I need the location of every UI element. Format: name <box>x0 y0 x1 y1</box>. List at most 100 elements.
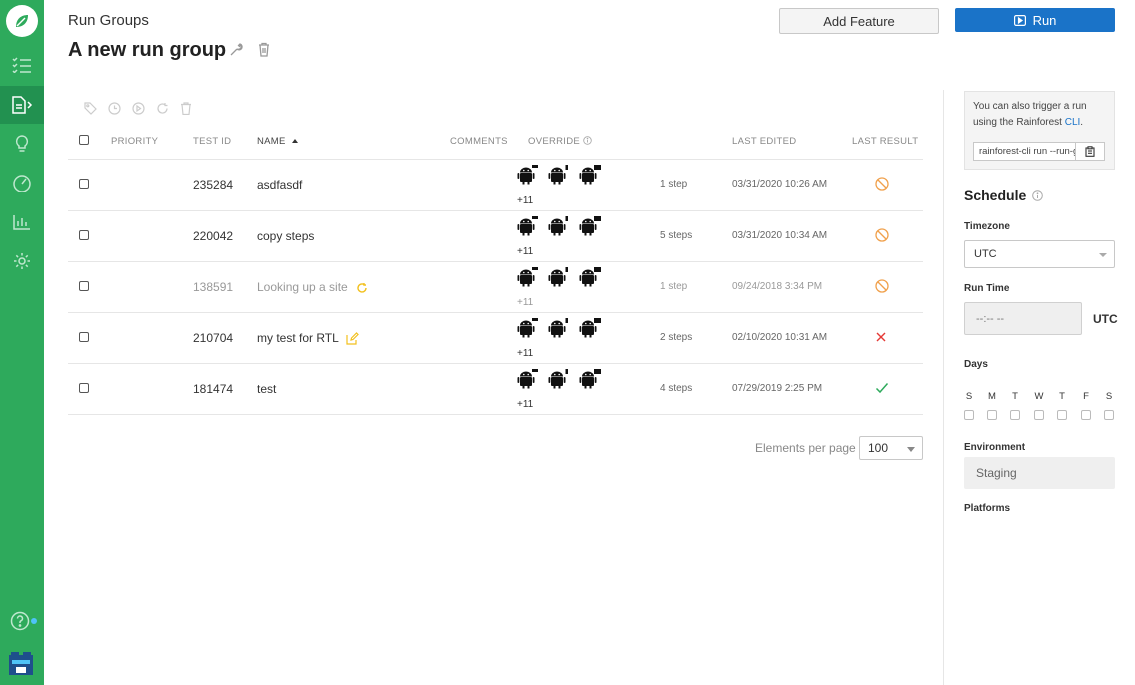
day-label: S <box>1105 391 1113 402</box>
environment-label: Environment <box>964 442 1026 453</box>
step-count: 1 step <box>660 281 688 292</box>
edit-wrench-icon[interactable] <box>229 42 244 62</box>
lightbulb-icon[interactable] <box>0 125 44 163</box>
elements-per-page-value: 100 <box>868 441 889 455</box>
sidebar <box>0 0 44 685</box>
android-platform-icon <box>517 369 539 389</box>
table-row[interactable]: 220042 copy steps +11 5 steps 03/31/2020 10:… <box>68 211 923 262</box>
day-label: T <box>1059 391 1065 402</box>
android-platform-icon <box>579 318 601 338</box>
more-platforms-count[interactable]: +11 <box>517 399 533 410</box>
test-name[interactable]: asdfasdf <box>257 178 302 192</box>
tests-list-icon[interactable] <box>0 46 44 84</box>
column-comments[interactable]: COMMENTS <box>450 136 508 147</box>
android-platform-icon <box>548 369 570 389</box>
run-groups-icon[interactable] <box>0 86 44 124</box>
row-checkbox[interactable] <box>79 383 89 393</box>
in-progress-icon <box>356 281 368 299</box>
row-checkbox[interactable] <box>79 281 89 291</box>
user-avatar-icon[interactable] <box>8 650 34 676</box>
elements-per-page-select[interactable]: 100 <box>859 436 923 460</box>
result-failed-icon[interactable] <box>875 330 887 348</box>
day-checkbox[interactable] <box>1057 410 1067 420</box>
settings-gear-icon[interactable] <box>0 242 44 280</box>
day-checkbox[interactable] <box>1034 410 1044 420</box>
last-edited-date: 07/29/2019 2:25 PM <box>732 383 823 394</box>
android-platform-icon <box>548 165 570 185</box>
timezone-select[interactable]: UTC <box>964 240 1115 268</box>
column-last-edited[interactable]: LAST EDITED <box>732 136 796 147</box>
result-passed-icon[interactable] <box>875 381 889 399</box>
more-platforms-count[interactable]: +11 <box>517 297 533 308</box>
play-circle-icon[interactable] <box>130 100 146 116</box>
column-test-id[interactable]: TEST ID <box>193 136 231 147</box>
test-id: 181474 <box>193 382 234 396</box>
android-platform-icon <box>548 216 570 236</box>
android-platform-icon <box>517 318 539 338</box>
android-platform-icon <box>548 267 570 287</box>
test-name[interactable]: my test for RTL <box>257 331 339 345</box>
step-count: 4 steps <box>660 383 693 394</box>
table-row[interactable]: 138591 Looking up a site +11 1 step 09/24/20… <box>68 262 923 313</box>
copy-clipboard-icon[interactable] <box>1075 142 1105 161</box>
column-last-result[interactable]: LAST RESULT <box>852 136 918 147</box>
android-platform-icon <box>579 165 601 185</box>
day-checkbox[interactable] <box>1010 410 1020 420</box>
info-icon <box>583 136 592 145</box>
test-name[interactable]: Looking up a site <box>257 280 348 294</box>
day-label: F <box>1083 391 1089 402</box>
add-feature-button[interactable]: Add Feature <box>779 8 939 34</box>
step-count: 5 steps <box>660 230 693 241</box>
tag-icon[interactable] <box>82 100 98 116</box>
more-platforms-count[interactable]: +11 <box>517 195 533 206</box>
column-name[interactable]: NAME <box>257 136 298 147</box>
help-icon[interactable] <box>10 611 30 636</box>
rainforest-logo[interactable] <box>6 5 38 37</box>
run-group-name: A new run group <box>68 39 227 61</box>
day-checkbox[interactable] <box>987 410 997 420</box>
cli-link[interactable]: CLI <box>1065 117 1081 128</box>
android-platform-icon <box>517 216 539 236</box>
android-platform-icon <box>517 165 539 185</box>
day-label: T <box>1012 391 1018 402</box>
android-platform-icon <box>517 267 539 287</box>
result-blocked-icon[interactable] <box>875 177 889 196</box>
column-name-label: NAME <box>257 136 286 147</box>
more-platforms-count[interactable]: +11 <box>517 246 533 257</box>
chevron-down-icon <box>907 447 915 452</box>
rerun-icon[interactable] <box>154 100 170 116</box>
more-platforms-count[interactable]: +11 <box>517 348 533 359</box>
delete-trash-icon[interactable] <box>257 42 271 62</box>
table-row[interactable]: 181474 test +11 4 steps 07/29/2019 2:25 PM <box>68 364 923 415</box>
table-row[interactable]: 235284 asdfasdf +11 1 step 03/31/2020 10:26 … <box>68 160 923 211</box>
schedule-title-text: Schedule <box>964 187 1027 203</box>
info-icon <box>1032 190 1043 201</box>
cli-command-field[interactable]: rainforest-cli run --run-group 7 <box>973 142 1076 161</box>
dashboard-gauge-icon[interactable] <box>0 164 44 202</box>
table-row[interactable]: 210704 my test for RTL +11 2 steps 02/10/202… <box>68 313 923 364</box>
day-checkbox[interactable] <box>1104 410 1114 420</box>
result-blocked-icon[interactable] <box>875 279 889 298</box>
environment-select[interactable]: Staging <box>964 457 1115 489</box>
platforms-label: Platforms <box>964 503 1011 514</box>
clock-icon[interactable] <box>106 100 122 116</box>
column-override[interactable]: OVERRIDE <box>528 136 592 147</box>
days-label: Days <box>964 359 988 370</box>
column-priority[interactable]: PRIORITY <box>111 136 158 147</box>
select-all-checkbox[interactable] <box>79 135 89 145</box>
last-edited-date: 03/31/2020 10:26 AM <box>732 179 828 190</box>
test-name[interactable]: copy steps <box>257 229 314 243</box>
result-blocked-icon[interactable] <box>875 228 889 247</box>
row-checkbox[interactable] <box>79 230 89 240</box>
row-checkbox[interactable] <box>79 179 89 189</box>
row-checkbox[interactable] <box>79 332 89 342</box>
trash-icon[interactable] <box>178 100 194 116</box>
run-time-input[interactable]: --:-- -- <box>964 302 1082 335</box>
last-edited-date: 02/10/2020 10:31 AM <box>732 332 828 343</box>
day-checkbox[interactable] <box>1081 410 1091 420</box>
test-name[interactable]: test <box>257 382 276 396</box>
run-button[interactable]: Run <box>955 8 1115 32</box>
day-label: M <box>988 391 996 402</box>
analytics-chart-icon[interactable] <box>0 203 44 241</box>
day-checkbox[interactable] <box>964 410 974 420</box>
